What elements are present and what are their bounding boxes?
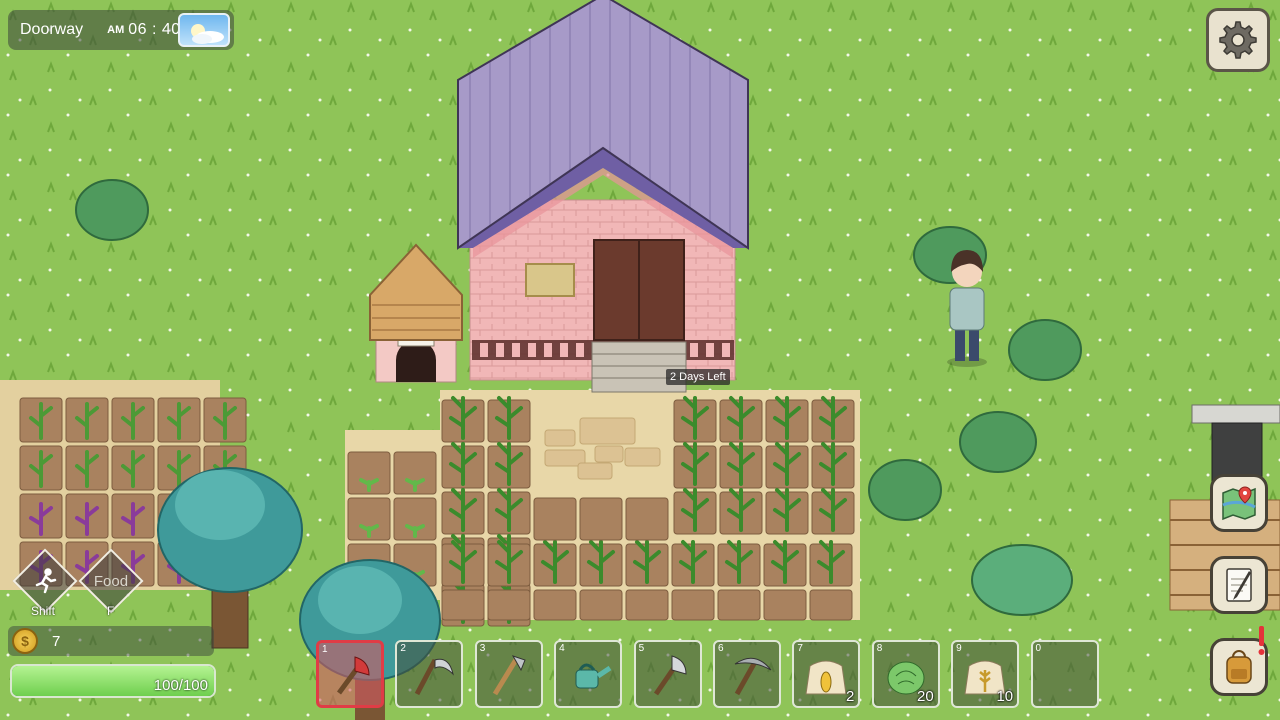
soil-tile [763, 589, 807, 621]
soil-tile [717, 589, 761, 621]
running-man-icon [22, 558, 68, 604]
slot-count: 20 [917, 688, 934, 705]
hotbar-slot-0[interactable]: 0 [1030, 640, 1099, 708]
red-axe-icon [336, 656, 370, 695]
corn-seed-bag-icon [805, 660, 847, 695]
notification-exclamation-icon [1256, 626, 1266, 656]
gear-icon [1219, 21, 1257, 59]
slot-number: 0 [1035, 643, 1042, 654]
soil-tile [579, 589, 623, 621]
coin-icon: $ [12, 628, 38, 654]
map-button[interactable] [1210, 474, 1268, 532]
clock-time: 06 : 40 [128, 21, 181, 38]
time-location-panel: Doorway AM 06 : 40 [8, 10, 234, 50]
axe-icon [653, 655, 687, 696]
watering-can-icon [575, 663, 612, 689]
map-icon [1222, 486, 1256, 521]
soil-tile [487, 589, 531, 621]
hotbar-slot-4[interactable]: 4 [554, 640, 623, 708]
journal-button[interactable] [1210, 556, 1268, 614]
coin-panel: $ 7 [8, 626, 214, 656]
soil-tile [809, 589, 853, 621]
soil-tile [441, 589, 485, 621]
sunny-weather-icon [178, 13, 230, 47]
slot-count: 10 [996, 688, 1014, 705]
health-bar: 100/100 [10, 664, 216, 698]
journal-icon [1226, 568, 1252, 602]
hoe-icon [492, 655, 526, 696]
tool-hotbar: 1 2 3 4 5 6 7 2 8 20 9 10 0 [316, 640, 1110, 708]
hotbar-slot-9[interactable]: 9 10 [951, 640, 1020, 708]
hotbar-slot-8[interactable]: 8 20 [871, 640, 940, 708]
soil-tile [533, 497, 577, 541]
soil-tile [625, 589, 669, 621]
farm-world [0, 0, 1280, 720]
scythe-icon [415, 658, 455, 696]
hotbar-slot-5[interactable]: 5 [633, 640, 702, 708]
health-text: 100/100 [153, 677, 208, 694]
settings-gear-button[interactable] [1206, 8, 1270, 72]
game-scene: Doorway AM 06 : 40 2 Days Left Shift Foo… [0, 0, 1280, 720]
run-key-label: Shift [31, 604, 56, 618]
hotbar-slot-1[interactable]: 1 [316, 640, 384, 708]
food-key-label: F [107, 604, 115, 618]
hotbar-slot-7[interactable]: 72 [792, 640, 861, 708]
soil-tile [625, 497, 669, 541]
coin-count: 7 [52, 632, 61, 650]
hotbar-slot-3[interactable]: 3 [474, 640, 543, 708]
backpack-icon [1226, 650, 1252, 684]
pickaxe-icon [734, 657, 772, 696]
slot-count: 2 [846, 688, 855, 705]
crop-timer-tooltip: 2 Days Left [666, 369, 730, 385]
hotbar-slot-6[interactable]: 6 [712, 640, 781, 708]
soil-tile [671, 589, 715, 621]
soil-tile [533, 589, 577, 621]
food-label: Food [93, 572, 129, 590]
soil-tile [579, 497, 623, 541]
am-pm-label: AM [107, 24, 125, 36]
location-label: Doorway [20, 21, 84, 38]
hotbar-slot-2[interactable]: 2 [395, 640, 464, 708]
